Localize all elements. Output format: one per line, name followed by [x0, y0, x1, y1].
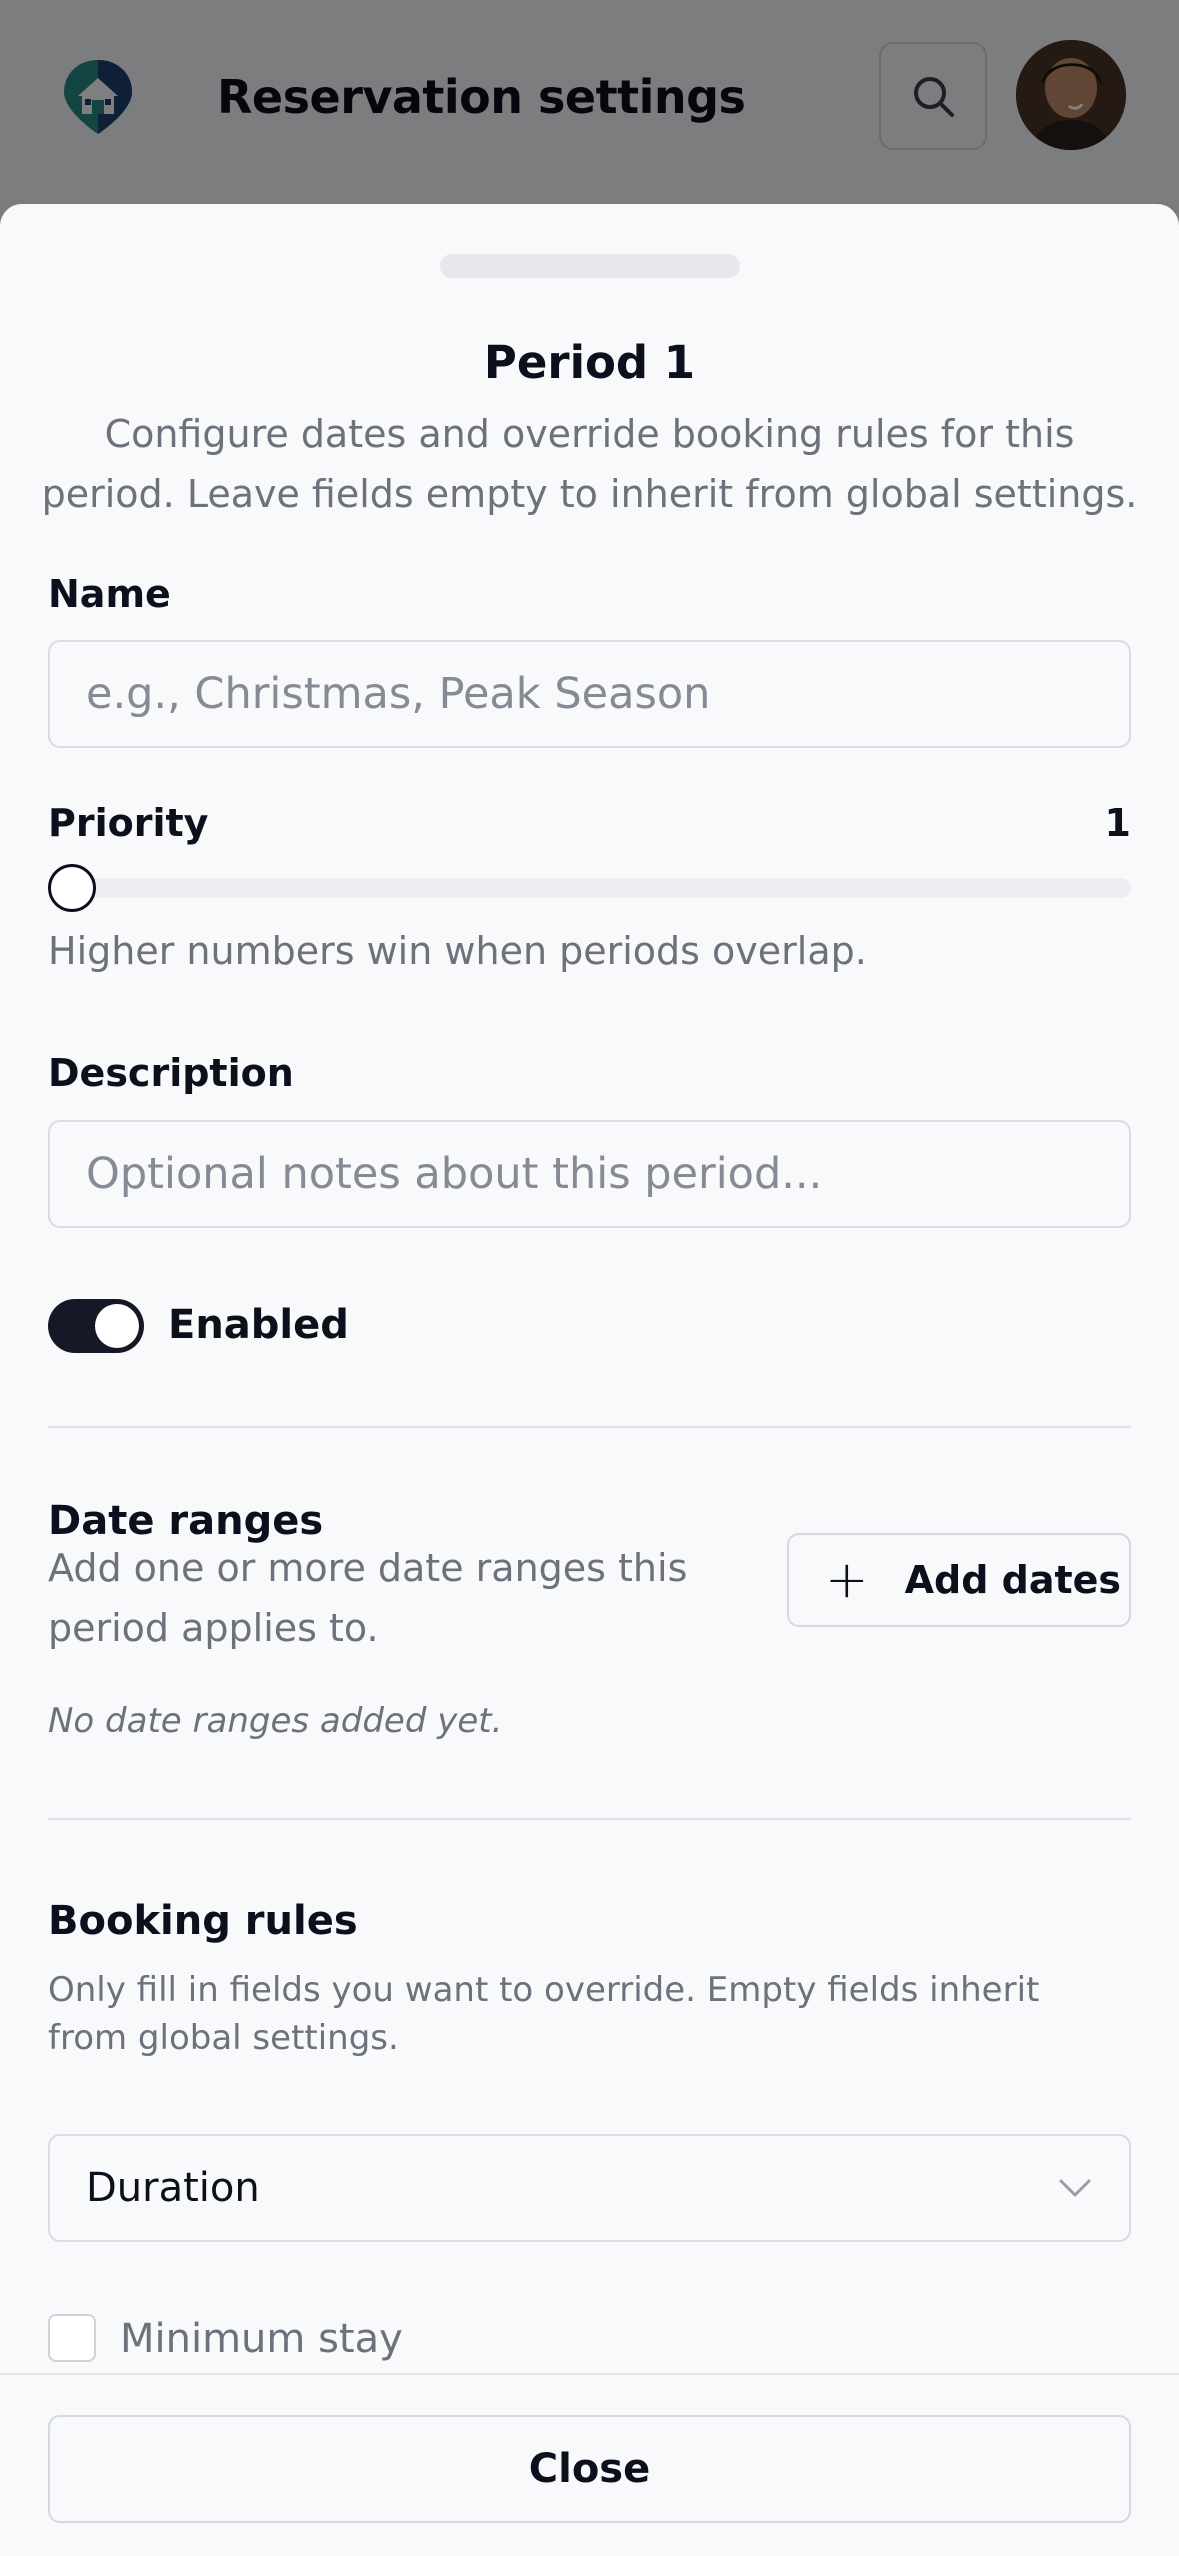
enabled-toggle[interactable]	[48, 1299, 144, 1353]
add-dates-label: Add dates	[904, 1558, 1122, 1602]
toggle-knob	[95, 1304, 139, 1348]
divider	[48, 1818, 1131, 1820]
sheet-title: Period 1	[483, 336, 696, 389]
rule-type-select[interactable]: Duration	[48, 2134, 1131, 2242]
priority-slider[interactable]	[48, 878, 1131, 898]
sheet-description: Configure dates and override booking rul…	[41, 412, 1138, 516]
plus-icon: +	[825, 1550, 869, 1610]
add-dates-button[interactable]: + Add dates	[787, 1533, 1131, 1627]
booking-rules-description: Only fill in fields you want to override…	[48, 1970, 1040, 2058]
name-input[interactable]	[48, 640, 1131, 748]
close-button[interactable]: Close	[48, 2415, 1131, 2523]
period-sheet: Period 1 Configure dates and override bo…	[0, 204, 1179, 2556]
minimum-stay-label: Minimum stay	[120, 2316, 403, 2362]
minimum-stay-checkbox[interactable]	[48, 2314, 96, 2362]
rule-type-value: Duration	[86, 2165, 260, 2211]
description-label: Description	[48, 1051, 294, 1095]
date-ranges-description: Add one or more date ranges this period …	[48, 1546, 688, 1650]
booking-rules-title: Booking rules	[48, 1898, 358, 1944]
divider	[48, 1426, 1131, 1428]
priority-label: Priority	[48, 801, 209, 845]
name-label: Name	[48, 572, 171, 616]
priority-slider-thumb[interactable]	[48, 864, 96, 912]
description-input[interactable]	[48, 1120, 1131, 1228]
date-ranges-empty-note: No date ranges added yet.	[48, 1701, 503, 1741]
drag-handle[interactable]	[440, 254, 740, 278]
chevron-down-icon	[1059, 2179, 1091, 2197]
enabled-label: Enabled	[168, 1302, 349, 1348]
priority-help: Higher numbers win when periods overlap.	[48, 929, 867, 973]
priority-value: 1	[1104, 801, 1131, 845]
sheet-footer: Close	[0, 2373, 1179, 2556]
